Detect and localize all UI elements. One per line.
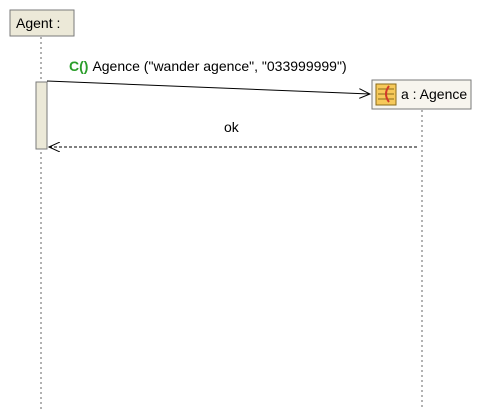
lifeline-agence-label: a : Agence <box>401 86 467 102</box>
message-stereotype: C() <box>69 58 88 74</box>
lifeline-agence[interactable]: a : Agence <box>371 79 472 410</box>
activation-bar[interactable] <box>35 81 48 150</box>
message-create[interactable]: C() Agence ("wander agence", "033999999") <box>46 58 370 94</box>
lifeline-agent[interactable]: Agent : <box>9 9 75 410</box>
message-create-text: C() Agence ("wander agence", "033999999") <box>69 58 347 74</box>
message-create-label: Agence ("wander agence", "033999999") <box>92 58 346 74</box>
sequence-diagram: Agent : a : Agence C() Agence ("wander ag… <box>9 9 472 410</box>
message-return-label: ok <box>224 119 240 135</box>
class-instance-icon <box>375 83 397 106</box>
message-create-arrow[interactable] <box>46 80 370 94</box>
message-return[interactable]: ok <box>49 119 417 147</box>
lifeline-agent-label: Agent : <box>16 15 60 31</box>
